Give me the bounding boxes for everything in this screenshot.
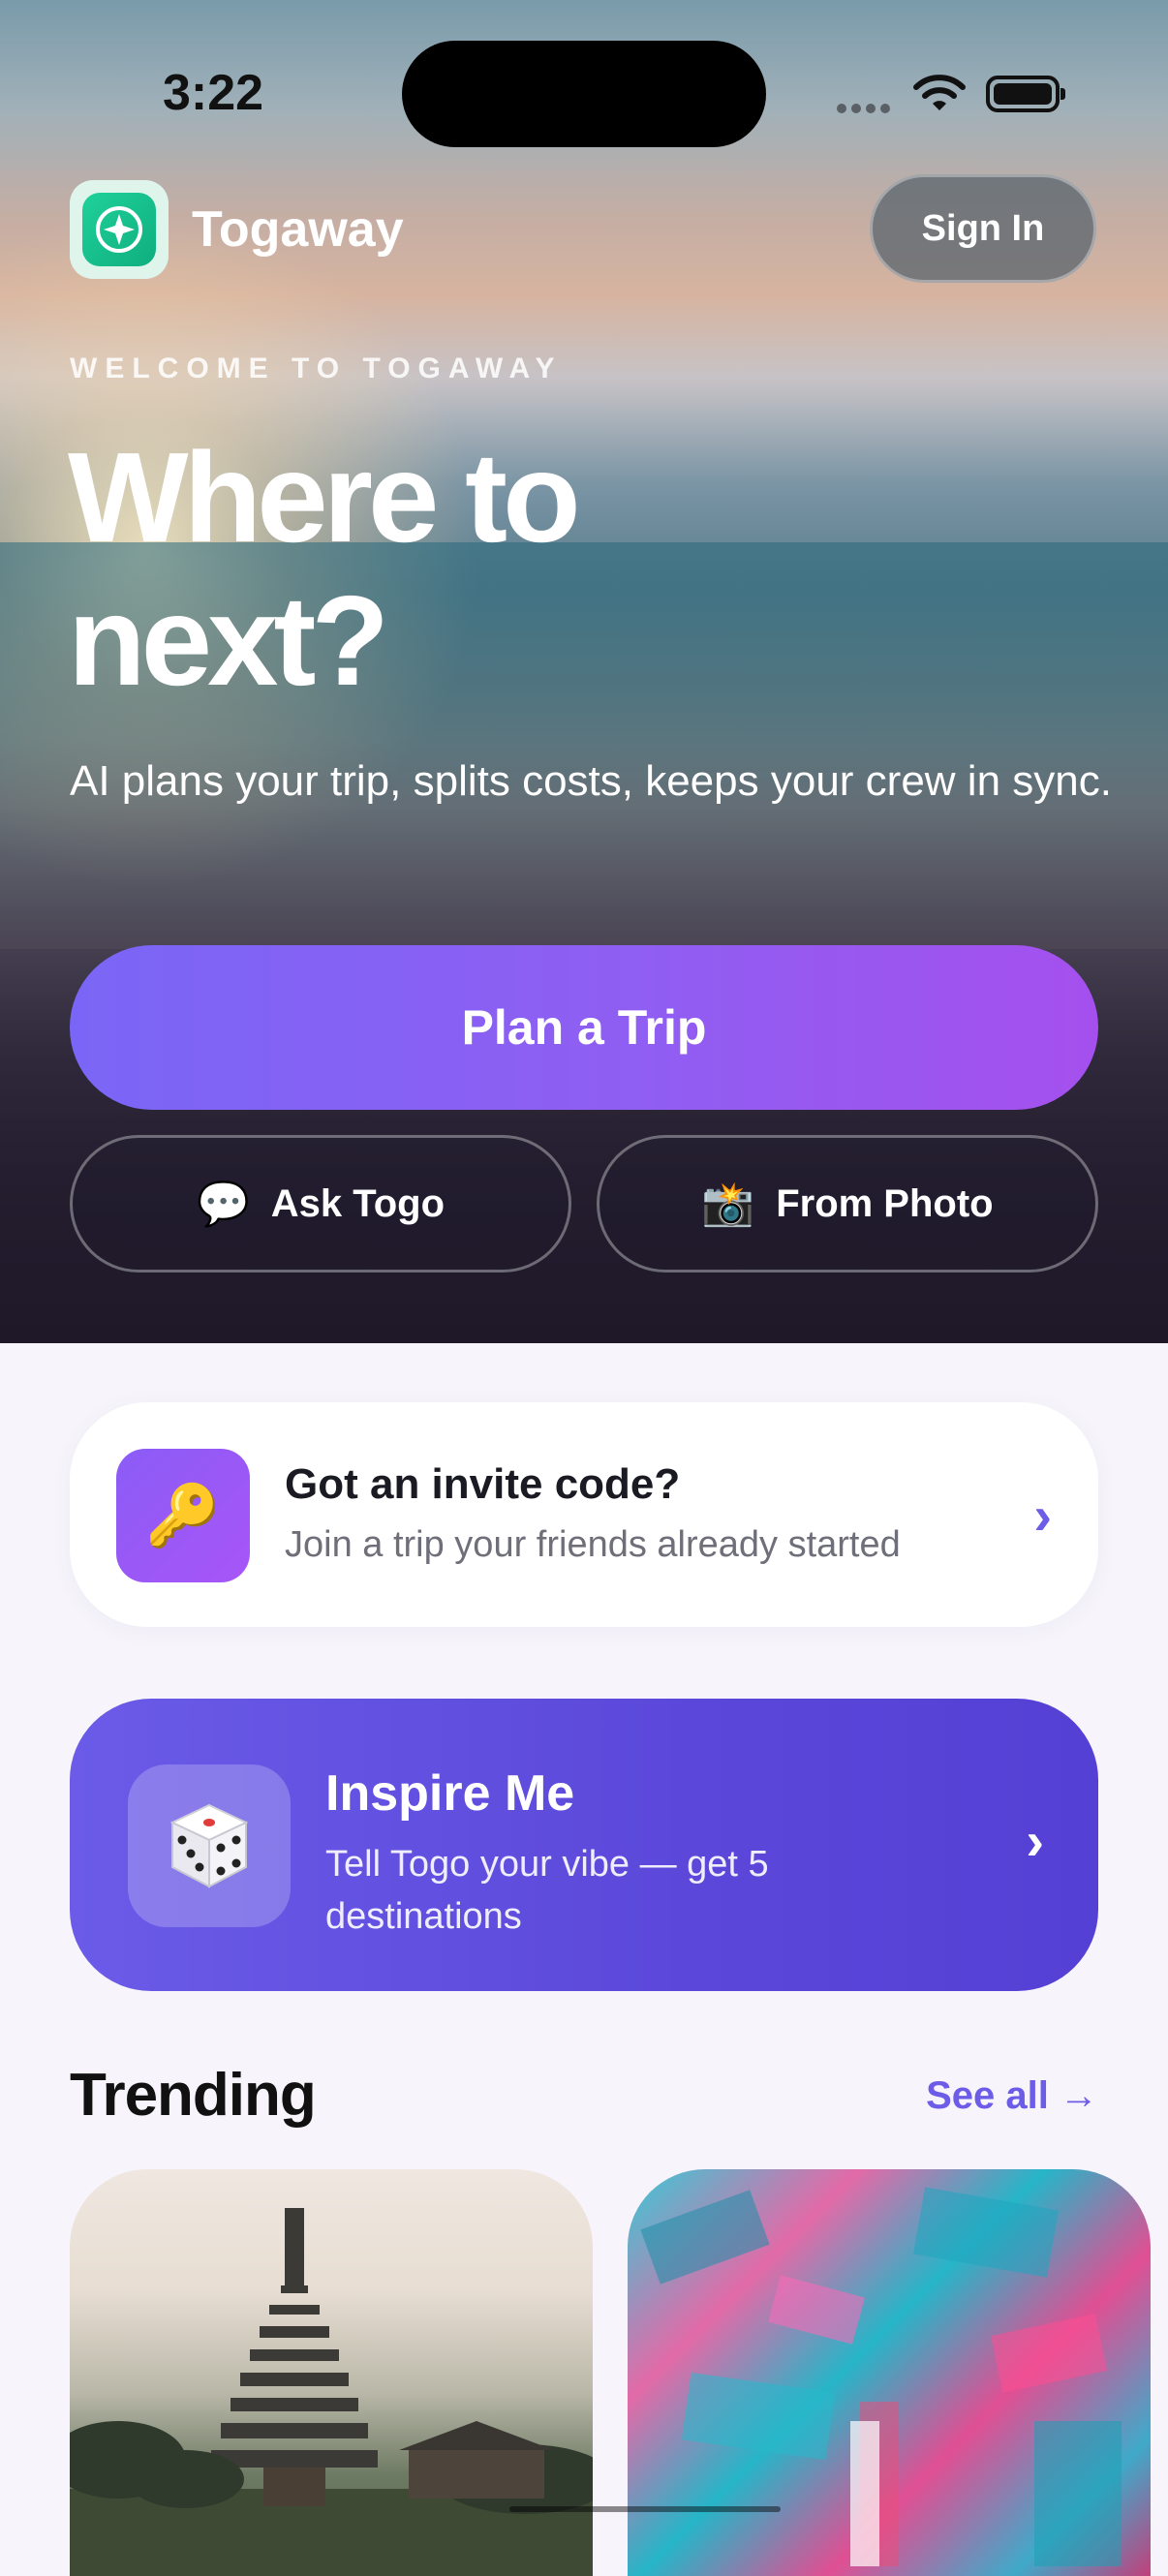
invite-code-card[interactable]: 🔑 Got an invite code? Join a trip your f… (70, 1402, 1098, 1627)
page-title: Where to next? (68, 426, 746, 713)
battery-icon (986, 76, 1065, 112)
signal-icon (837, 101, 895, 118)
ask-togo-button[interactable]: 💬 Ask Togo (70, 1135, 571, 1273)
status-bar: 3:22 (0, 0, 1168, 184)
temple-image (70, 2208, 593, 2576)
chevron-right-icon: › (1026, 1810, 1044, 1871)
see-all-link[interactable]: See all → (926, 2074, 1098, 2118)
plan-trip-button[interactable]: Plan a Trip (70, 945, 1098, 1110)
app-logo-icon (70, 180, 169, 279)
home-indicator[interactable] (509, 2506, 781, 2512)
inspire-me-card[interactable]: Inspire Me Tell Togo your vibe — get 5 d… (70, 1699, 1098, 1991)
dynamic-island (402, 41, 766, 147)
inspire-title: Inspire Me (325, 1765, 575, 1822)
welcome-kicker: WELCOME TO TOGAWAY (70, 353, 563, 384)
hero-subtitle: AI plans your trip, splits costs, keeps … (70, 757, 1112, 805)
speech-bubble-icon: 💬 (196, 1181, 250, 1228)
trending-card-temple[interactable] (70, 2169, 593, 2576)
from-photo-label: From Photo (776, 1181, 994, 1225)
hero-banner: 3:22 Togaway Sign In WELCOME TO TOGAWAY … (0, 0, 1168, 1343)
camera-flash-icon: 📸 (701, 1181, 755, 1228)
headline-line-2: next? (68, 569, 389, 712)
invite-title: Got an invite code? (285, 1460, 681, 1508)
app-name: Togaway (192, 201, 404, 258)
ask-togo-label: Ask Togo (270, 1181, 446, 1225)
sign-in-button[interactable]: Sign In (870, 174, 1096, 283)
section-title-trending: Trending (70, 2062, 317, 2129)
invite-subtitle: Join a trip your friends already started (285, 1524, 901, 1565)
inspire-subtitle: Tell Togo your vibe — get 5 destinations (325, 1844, 769, 1937)
headline-line-1: Where to (68, 426, 581, 568)
from-photo-button[interactable]: 📸 From Photo (597, 1135, 1098, 1273)
wifi-icon (913, 75, 966, 110)
chevron-right-icon: › (1033, 1485, 1052, 1546)
dice-icon (128, 1764, 291, 1927)
status-time: 3:22 (163, 65, 264, 121)
brand: Togaway (70, 180, 404, 279)
key-icon: 🔑 (116, 1449, 250, 1582)
city-street-image (640, 2187, 1122, 2566)
trending-card-city[interactable] (628, 2169, 1151, 2576)
